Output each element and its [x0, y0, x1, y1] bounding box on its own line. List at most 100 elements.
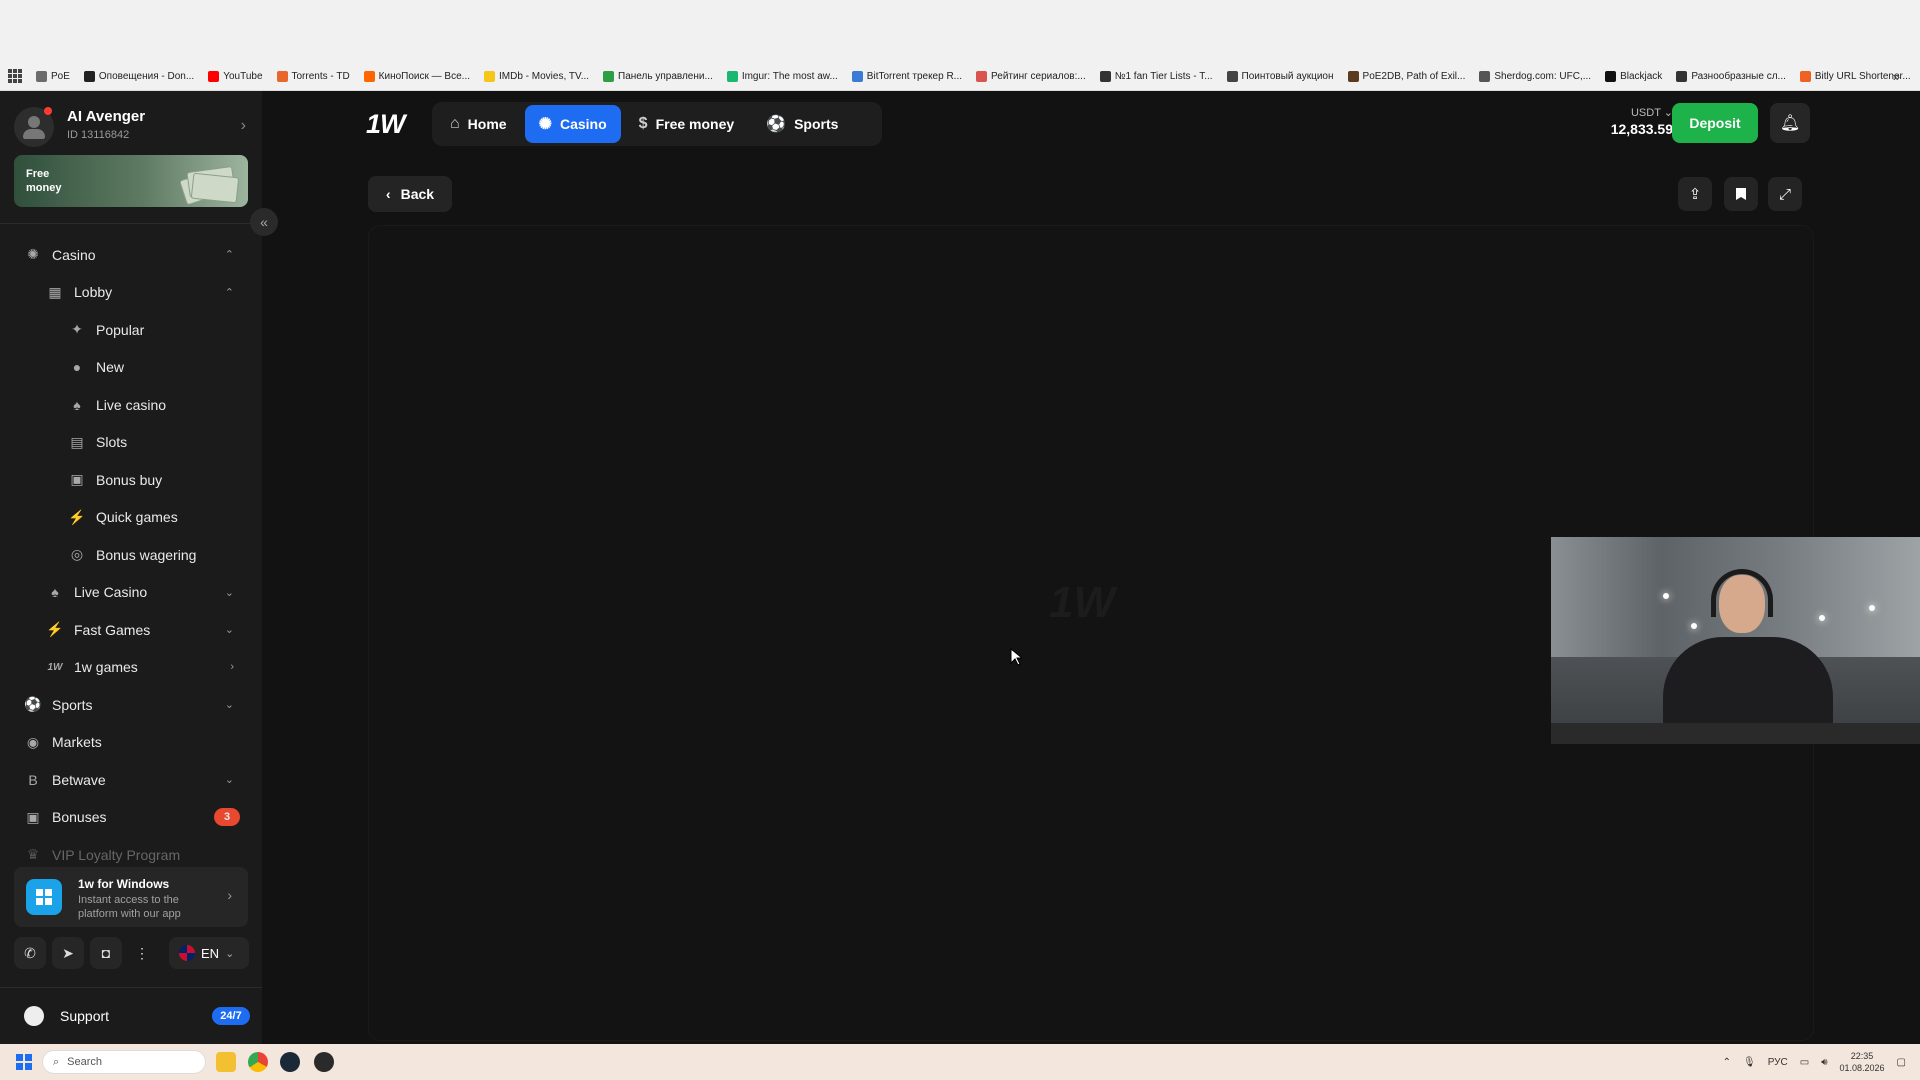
chevron-down-icon[interactable]: ⌄ — [225, 586, 234, 599]
1w-logo[interactable]: 1W — [366, 109, 405, 140]
sidebar-item-live-casino[interactable]: ♠ Live Casino ⌄ — [0, 574, 262, 612]
language-selector[interactable]: EN ⌄ — [169, 937, 249, 969]
chrome-icon[interactable] — [248, 1052, 268, 1072]
bookmark-favicon-icon — [1605, 70, 1617, 82]
sidebar-divider — [0, 223, 262, 224]
taskbar-search[interactable]: ⌕ Search — [42, 1050, 206, 1074]
free-money-banner[interactable]: Free money — [14, 155, 248, 207]
sidebar-item-label: Bonus buy — [96, 471, 163, 488]
sidebar-item-label: Quick games — [96, 509, 178, 526]
profile-block[interactable]: AI Avenger ID 13116842 › — [14, 103, 250, 147]
apps-grid-icon[interactable] — [8, 69, 22, 83]
bookmark-item[interactable]: Blackjack — [1605, 70, 1663, 82]
sidebar-item-fast-games[interactable]: ⚡ Fast Games ⌄ — [0, 611, 262, 649]
currency-label: USDT — [1630, 107, 1661, 119]
bookmark-item[interactable]: PoE2DB, Path of Exil... — [1347, 70, 1465, 82]
share-icon[interactable]: ⇪ — [1678, 177, 1712, 211]
sidebar-item-label: Casino — [52, 246, 96, 263]
chevron-down-icon[interactable]: ⌄ — [225, 773, 234, 786]
windows-app-card[interactable]: 1w for Windows Instant access to the pla… — [14, 867, 248, 927]
markets-icon: ◉ — [26, 733, 40, 750]
bookmark-item[interactable]: Панель управлени... — [603, 70, 713, 82]
bookmark-item[interactable]: BitTorrent трекер R... — [851, 70, 962, 82]
instagram-icon[interactable]: ◘ — [90, 937, 122, 969]
app-icon[interactable] — [314, 1052, 334, 1072]
tab-home[interactable]: ⌂ Home — [436, 105, 521, 143]
sidebar-item-lobby[interactable]: ▦ Lobby ⌃ — [0, 274, 262, 312]
bell-icon[interactable]: 🔔︎ — [1770, 103, 1810, 143]
volume-icon[interactable]: 🔊︎ — [1821, 1057, 1827, 1068]
windows-taskbar: ⌕ Search ⌃ 🎙︎ РУС ▭ 🔊︎ 22:35 01.08.2026 … — [0, 1044, 1920, 1080]
bookmark-favicon-icon — [1226, 70, 1238, 82]
bookmark-item[interactable]: Sherdog.com: UFC,... — [1479, 70, 1591, 82]
sidebar-item-label: Slots — [96, 434, 128, 451]
chevron-up-icon[interactable]: ⌃ — [225, 286, 234, 299]
balance-selector[interactable]: USDT ⌄ 12,833.59 — [1593, 106, 1673, 137]
network-icon[interactable]: ▭ — [1800, 1057, 1809, 1068]
back-button[interactable]: ‹ Back — [368, 176, 452, 212]
avatar[interactable] — [14, 107, 54, 147]
clock-date: 01.08.2026 — [1839, 1063, 1885, 1073]
bookmark-item[interactable]: PoE — [36, 70, 70, 82]
bookmark-favicon-icon — [726, 70, 738, 82]
tab-sports[interactable]: ⚽ Sports — [752, 105, 852, 143]
fullscreen-icon[interactable]: ⤢ — [1768, 177, 1802, 211]
deposit-button[interactable]: Deposit — [1672, 103, 1758, 143]
bookmark-label: Разнообразные сл... — [1691, 70, 1786, 82]
sidebar-item-bonus-buy[interactable]: ▣ Bonus buy — [0, 461, 262, 499]
chevron-down-icon[interactable]: ⌄ — [225, 623, 234, 636]
grid-icon: ▦ — [48, 283, 62, 300]
file-explorer-icon[interactable] — [216, 1052, 236, 1072]
bookmark-favicon-icon — [36, 70, 47, 82]
sidebar-item-bonuses[interactable]: ▣ Bonuses 3 — [0, 799, 262, 837]
sidebar-item-bonus-wagering[interactable]: ◎ Bonus wagering — [0, 536, 262, 574]
bookmark-item[interactable]: Torrents - TD — [276, 70, 350, 82]
bookmark-label: IMDb - Movies, TV... — [499, 70, 590, 82]
clock[interactable]: 22:35 01.08.2026 — [1840, 1050, 1885, 1074]
more-vertical-icon[interactable]: ⋮ — [128, 937, 156, 969]
bookmark-favicon-icon — [1099, 70, 1111, 82]
whatsapp-icon[interactable]: ✆ — [14, 937, 46, 969]
chevron-right-icon[interactable]: › — [230, 661, 234, 673]
sidebar-item-live-casino[interactable]: ♠ Live casino — [0, 386, 262, 424]
bookmark-item[interactable]: YouTube — [208, 70, 263, 82]
taskbar-search-placeholder: Search — [67, 1056, 103, 1068]
notification-dot — [44, 107, 52, 115]
bookmark-item[interactable]: Рейтинг сериалов:... — [976, 70, 1086, 82]
bookmark-item[interactable]: КиноПоиск — Все... — [363, 70, 470, 82]
sidebar-item-new[interactable]: ● New — [0, 349, 262, 387]
bookmark-item[interactable]: Поинтовый аукцион — [1226, 70, 1334, 82]
chevron-up-icon[interactable]: ⌃ — [1723, 1057, 1731, 1068]
sidebar-item-1w-games[interactable]: 1W 1w games › — [0, 649, 262, 687]
bookmark-item[interactable]: Imgur: The most aw... — [726, 70, 838, 82]
sidebar-item-casino[interactable]: ✺ Casino ⌃ — [0, 236, 262, 274]
input-language[interactable]: РУС — [1768, 1057, 1788, 1068]
bookmarks-overflow-icon[interactable]: » — [1893, 69, 1900, 84]
support-button[interactable]: Support 24/7 — [14, 1001, 250, 1031]
bookmark-item[interactable]: Разнообразные сл... — [1676, 70, 1786, 82]
bookmark-icon[interactable] — [1724, 177, 1758, 211]
bookmark-item[interactable]: №1 fan Tier Lists - T... — [1099, 70, 1213, 82]
chevron-down-icon[interactable]: ⌄ — [225, 698, 234, 711]
sidebar-item-sports[interactable]: ⚽ Sports ⌄ — [0, 686, 262, 724]
microphone-icon[interactable]: 🎙︎ — [1743, 1057, 1756, 1068]
tab-free-money[interactable]: $ Free money — [625, 105, 749, 143]
bookmark-item[interactable]: Оповещения - Don... — [83, 70, 194, 82]
sparkle-icon: ✦ — [71, 321, 83, 338]
steam-icon[interactable] — [280, 1052, 300, 1072]
sidebar-item-slots[interactable]: ▤ Slots — [0, 424, 262, 462]
sidebar-item-quick-games[interactable]: ⚡ Quick games — [0, 499, 262, 537]
sidebar-item-markets[interactable]: ◉ Markets — [0, 724, 262, 762]
sidebar-item-popular[interactable]: ✦ Popular — [0, 311, 262, 349]
notifications-icon[interactable]: ▢ — [1897, 1057, 1906, 1068]
windows-start-icon[interactable] — [16, 1054, 32, 1070]
chevron-up-icon[interactable]: ⌃ — [225, 248, 234, 261]
sidebar-item-betwave[interactable]: B Betwave ⌄ — [0, 761, 262, 799]
telegram-icon[interactable]: ➤ — [52, 937, 84, 969]
collapse-sidebar-button[interactable]: « — [250, 208, 278, 236]
bookmark-label: Blackjack — [1620, 70, 1663, 82]
bookmark-label: КиноПоиск — Все... — [378, 70, 470, 82]
chevron-right-icon[interactable]: › — [241, 117, 246, 135]
tab-casino[interactable]: ✺ Casino — [524, 105, 621, 143]
bookmark-item[interactable]: IMDb - Movies, TV... — [484, 70, 590, 82]
